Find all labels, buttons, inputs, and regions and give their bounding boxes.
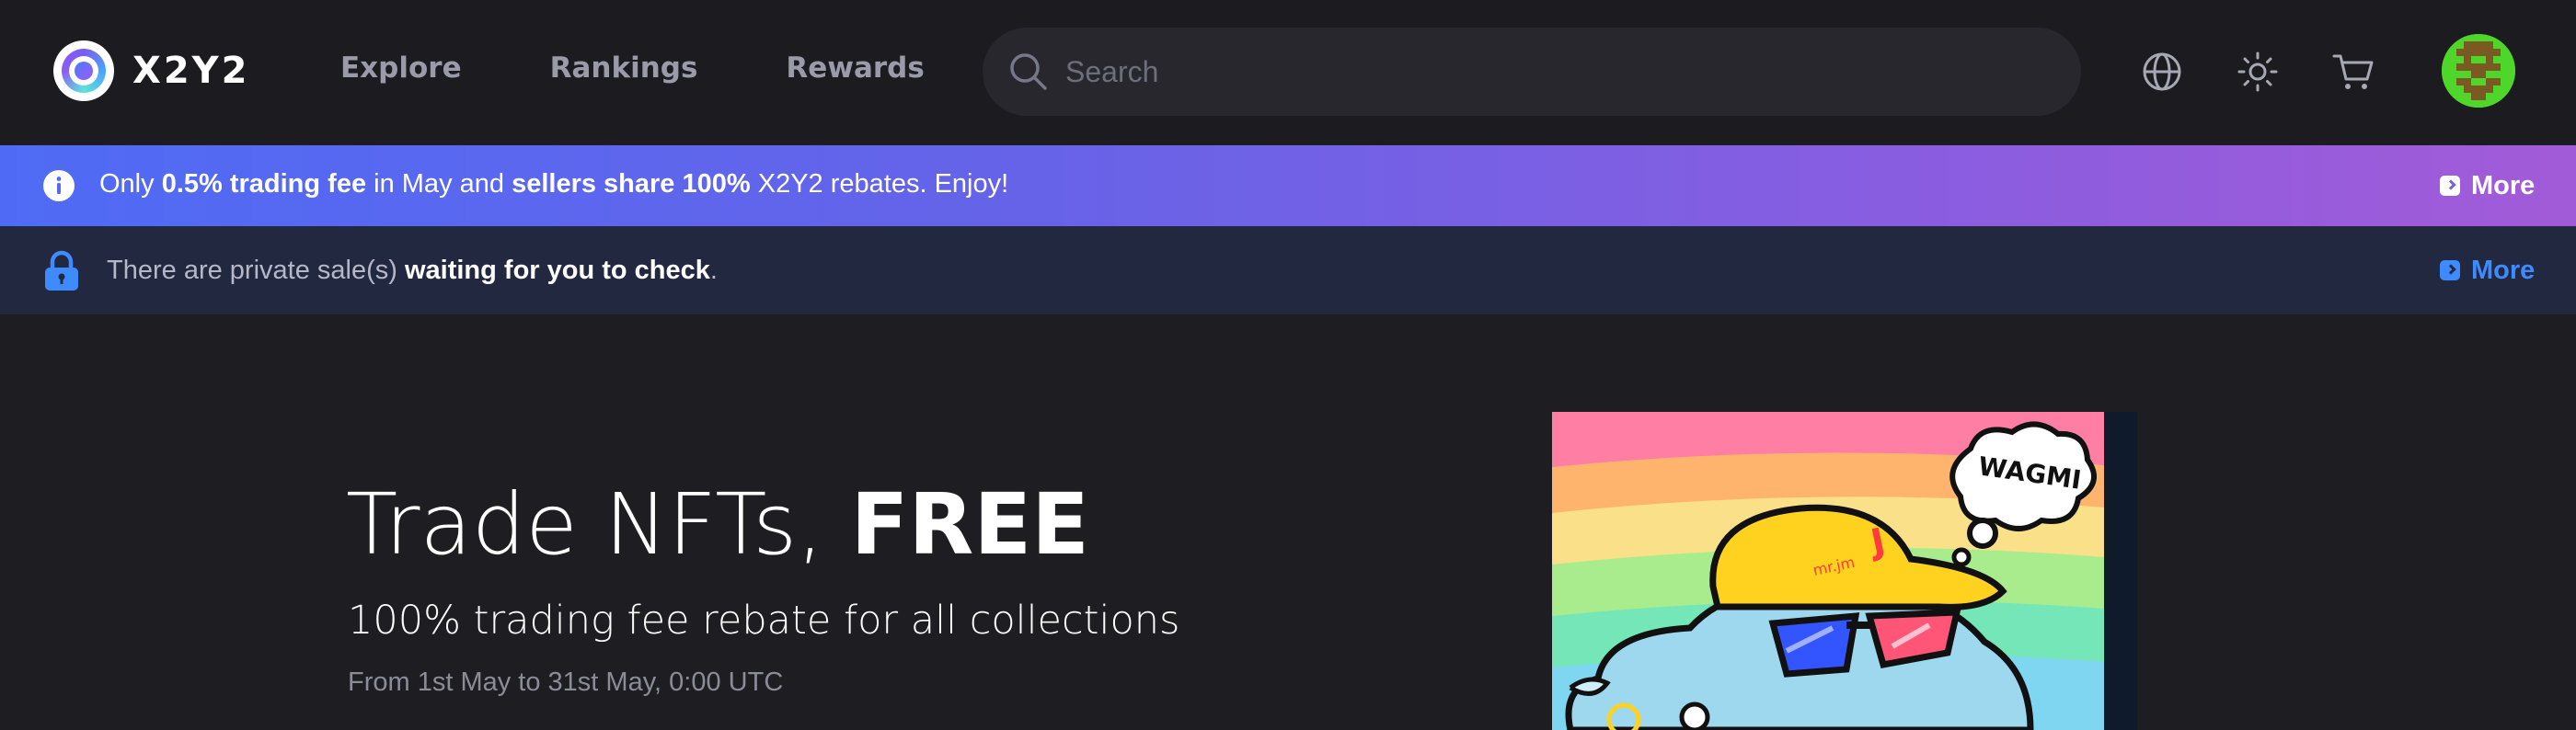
sun-icon[interactable] [2235, 49, 2281, 95]
lock-icon [45, 250, 78, 291]
chevron-right-icon [2440, 176, 2460, 196]
nav-explore[interactable]: Explore [340, 51, 462, 85]
search-input[interactable] [1065, 54, 1985, 89]
chevron-right-icon [2440, 260, 2460, 280]
hero-artwork[interactable]: WAGMI J mr.jm [1552, 412, 2104, 730]
search-icon [1010, 53, 1047, 90]
main-nav: Explore Rankings Rewards [340, 51, 1013, 85]
promo-banner: Only 0.5% trading fee in May and sellers… [0, 145, 2576, 226]
nav-rankings[interactable]: Rankings [550, 51, 698, 85]
promo-more-link[interactable]: More [2440, 145, 2535, 226]
user-avatar[interactable] [2442, 34, 2515, 108]
private-sale-banner: There are private sale(s) waiting for yo… [0, 226, 2576, 314]
hero-date-range: From 1st May to 31st May, 0:00 UTC [348, 667, 784, 697]
globe-icon[interactable] [2139, 49, 2185, 95]
search-bar[interactable] [983, 28, 2081, 116]
private-sale-text: There are private sale(s) waiting for yo… [107, 256, 718, 285]
private-sale-more-link[interactable]: More [2440, 226, 2535, 314]
cart-icon[interactable] [2330, 49, 2376, 95]
private-sale-more-label: More [2471, 255, 2536, 285]
artwork-shadow-edge [2104, 412, 2137, 730]
x2y2-logo-icon [53, 40, 114, 101]
hero-subtitle: 100% trading fee rebate for all collecti… [348, 598, 1180, 644]
top-navbar: X2Y2 Explore Rankings Rewards [0, 0, 2576, 145]
nav-rewards[interactable]: Rewards [786, 51, 924, 85]
hero-title: Trade NFTs, FREE [346, 475, 1090, 574]
promo-more-label: More [2471, 170, 2536, 200]
info-icon [43, 170, 75, 201]
logo-text: X2Y2 [132, 50, 250, 92]
x2y2-logo[interactable]: X2Y2 [53, 40, 249, 101]
promo-text: Only 0.5% trading fee in May and sellers… [99, 169, 1009, 199]
